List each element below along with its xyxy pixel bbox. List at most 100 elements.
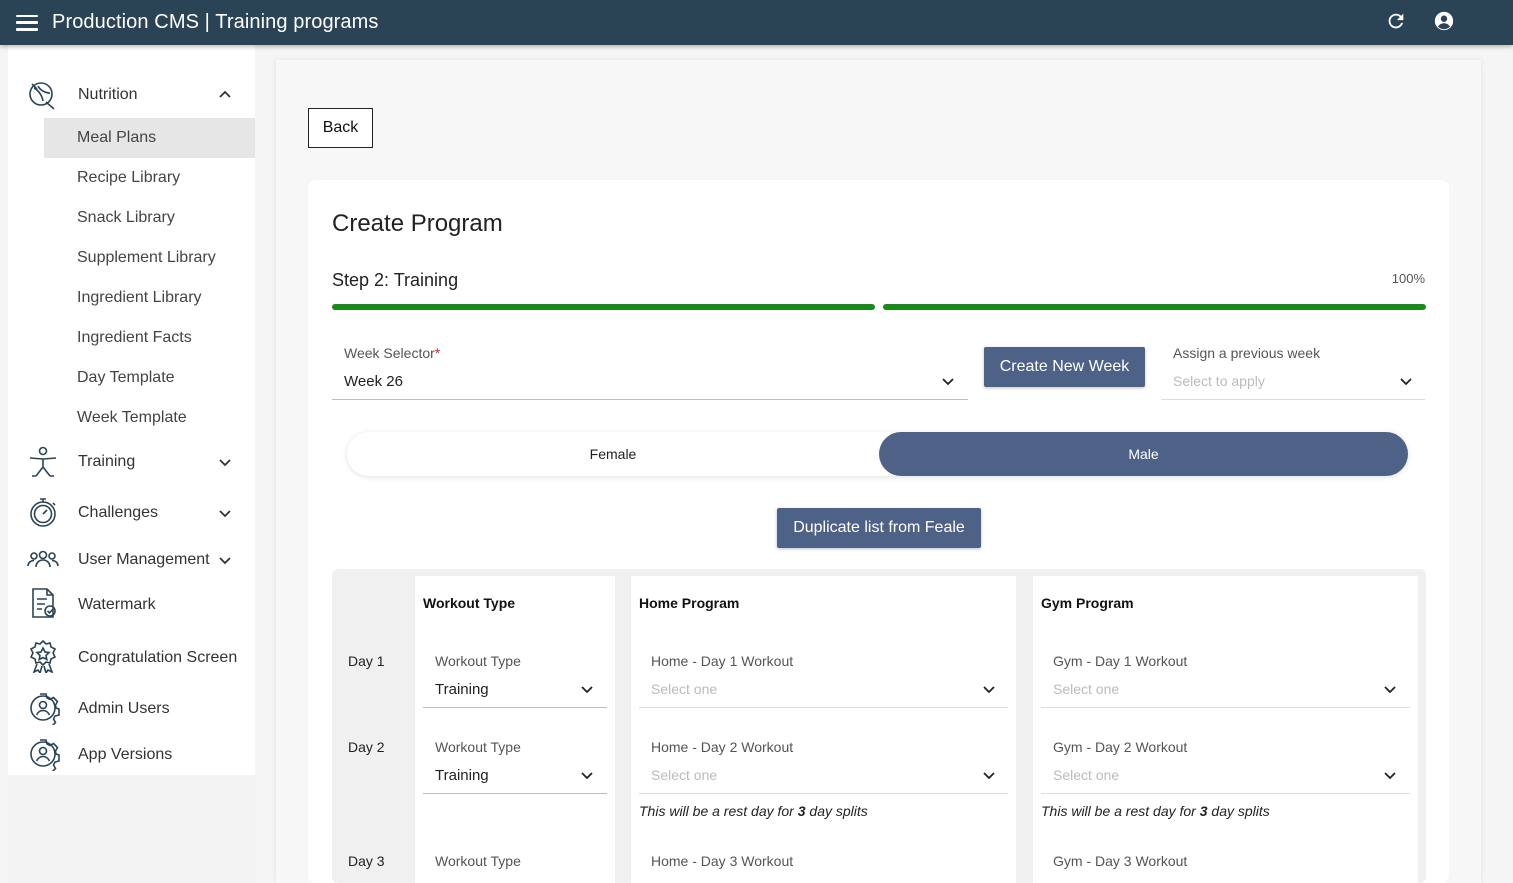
sidebar-item-label: Challenges	[78, 504, 159, 521]
sidebar-footer	[8, 775, 255, 883]
badge-icon	[29, 639, 57, 673]
account-icon[interactable]	[1433, 10, 1455, 32]
page-title: Create Program	[332, 210, 503, 237]
workout-type-label: Workout Type	[435, 739, 521, 755]
field-underline	[639, 793, 1008, 794]
field-underline	[639, 707, 1008, 708]
day-label: Day 1	[348, 653, 385, 669]
sidebar-item-label: Watermark	[78, 596, 156, 613]
assign-previous-week-placeholder: Select to apply	[1173, 373, 1265, 389]
training-icon	[29, 446, 57, 477]
field-underline	[423, 793, 607, 794]
sidebar-item-label: Admin Users	[78, 700, 170, 717]
sidebar-item-supplement-library[interactable]: Supplement Library	[44, 238, 255, 278]
workout-type-label: Workout Type	[435, 653, 521, 669]
chevron-up-icon[interactable]	[217, 87, 233, 103]
gym-workout-label: Gym - Day 1 Workout	[1053, 653, 1188, 669]
chevron-down-icon[interactable]	[217, 454, 233, 470]
chevron-down-icon[interactable]	[580, 682, 594, 696]
day-label: Day 3	[348, 853, 385, 869]
duplicate-list-button[interactable]: Duplicate list from Feale	[777, 508, 981, 548]
sidebar-item-ingredient-facts[interactable]: Ingredient Facts	[44, 318, 255, 358]
sidebar-item-recipe-library[interactable]: Recipe Library	[44, 158, 255, 198]
sidebar-item-admin-users[interactable]: Admin Users	[8, 689, 255, 729]
sidebar-item-week-template[interactable]: Week Template	[44, 398, 255, 438]
sidebar-item-label: Snack Library	[77, 209, 175, 226]
document-check-icon	[32, 588, 56, 618]
sidebar-item-user-management[interactable]: User Management	[8, 540, 255, 580]
sidebar-item-ingredient-library[interactable]: Ingredient Library	[44, 278, 255, 318]
toggle-female[interactable]: Female	[347, 432, 879, 476]
sidebar-item-training[interactable]: Training	[8, 442, 255, 482]
field-underline	[1161, 399, 1425, 400]
app-title: Production CMS | Training programs	[52, 11, 379, 33]
nutrition-icon	[29, 82, 55, 110]
home-workout-placeholder: Select one	[651, 681, 718, 697]
sidebar-item-label: Training	[78, 453, 136, 470]
sidebar-item-label: Recipe Library	[77, 169, 181, 186]
assign-previous-week-label: Assign a previous week	[1173, 345, 1321, 361]
sidebar-item-nutrition[interactable]: Nutrition	[8, 75, 255, 115]
gear-user-icon	[30, 693, 60, 725]
sidebar-item-label: Day Template	[77, 369, 175, 386]
column-header-workout-type: Workout Type	[423, 595, 516, 611]
sidebar-item-snack-library[interactable]: Snack Library	[44, 198, 255, 238]
refresh-icon[interactable]	[1385, 10, 1407, 32]
column-header-gym-program: Gym Program	[1041, 595, 1134, 611]
field-underline	[1041, 793, 1410, 794]
stopwatch-icon	[30, 498, 56, 527]
home-workout-label: Home - Day 1 Workout	[651, 653, 794, 669]
progress-bar-step-1	[332, 304, 875, 310]
chevron-down-icon[interactable]	[217, 552, 233, 568]
week-selector-value: Week 26	[344, 373, 403, 390]
sidebar-item-watermark[interactable]: Watermark	[8, 585, 255, 625]
sidebar-item-label: Supplement Library	[77, 249, 216, 266]
chevron-down-icon[interactable]	[217, 505, 233, 521]
rest-day-note: This will be a rest day for 3 day splits	[1041, 803, 1270, 819]
step-title: Step 2: Training	[332, 270, 459, 290]
gym-workout-label[interactable]: Gym - Day 3 Workout	[1053, 853, 1187, 869]
sidebar-item-label: Week Template	[77, 409, 187, 426]
week-selector-label: Week Selector*	[344, 345, 441, 361]
chevron-down-icon[interactable]	[941, 374, 955, 388]
workout-type-column	[415, 576, 615, 883]
workout-type-label[interactable]: Workout Type	[435, 853, 521, 869]
sidebar: Nutrition Meal Plans Recipe Library Snac…	[8, 45, 255, 775]
progress-percent: 100%	[1391, 271, 1425, 286]
day-label: Day 2	[348, 739, 385, 755]
users-icon	[27, 550, 59, 568]
sidebar-item-label: Ingredient Facts	[77, 329, 192, 346]
toggle-male[interactable]: Male	[879, 432, 1408, 476]
gym-workout-placeholder: Select one	[1053, 767, 1120, 783]
field-underline	[1041, 707, 1410, 708]
chevron-down-icon[interactable]	[982, 682, 996, 696]
sidebar-item-challenges[interactable]: Challenges	[8, 493, 255, 533]
sidebar-item-label: Ingredient Library	[77, 289, 202, 306]
sidebar-item-day-template[interactable]: Day Template	[44, 358, 255, 398]
gym-program-column	[1033, 576, 1418, 883]
chevron-down-icon[interactable]	[1399, 374, 1413, 388]
sidebar-item-congratulation-screen[interactable]: Congratulation Screen	[8, 638, 255, 678]
home-workout-label[interactable]: Home - Day 3 Workout	[651, 853, 793, 869]
sidebar-item-meal-plans[interactable]: Meal Plans	[44, 118, 255, 158]
field-underline	[332, 399, 968, 400]
gym-workout-label: Gym - Day 2 Workout	[1053, 739, 1188, 755]
menu-icon[interactable]	[16, 14, 38, 31]
rest-day-note: This will be a rest day for 3 day splits	[639, 803, 868, 819]
sidebar-item-label: Nutrition	[78, 86, 138, 103]
chevron-down-icon[interactable]	[1383, 768, 1397, 782]
gender-toggle: Female Male	[347, 432, 1408, 476]
chevron-down-icon[interactable]	[982, 768, 996, 782]
sidebar-item-app-versions[interactable]: App Versions	[8, 735, 255, 775]
progress-bar-step-2	[883, 304, 1426, 310]
workout-type-value: Training	[435, 767, 489, 784]
workout-type-value: Training	[435, 681, 489, 698]
home-workout-placeholder: Select one	[651, 767, 718, 783]
field-underline	[423, 707, 607, 708]
create-new-week-button[interactable]: Create New Week	[984, 347, 1145, 387]
chevron-down-icon[interactable]	[1383, 682, 1397, 696]
column-header-home-program: Home Program	[639, 595, 740, 611]
back-button[interactable]: Back	[308, 108, 373, 148]
sidebar-item-label: User Management	[78, 551, 210, 568]
chevron-down-icon[interactable]	[580, 768, 594, 782]
